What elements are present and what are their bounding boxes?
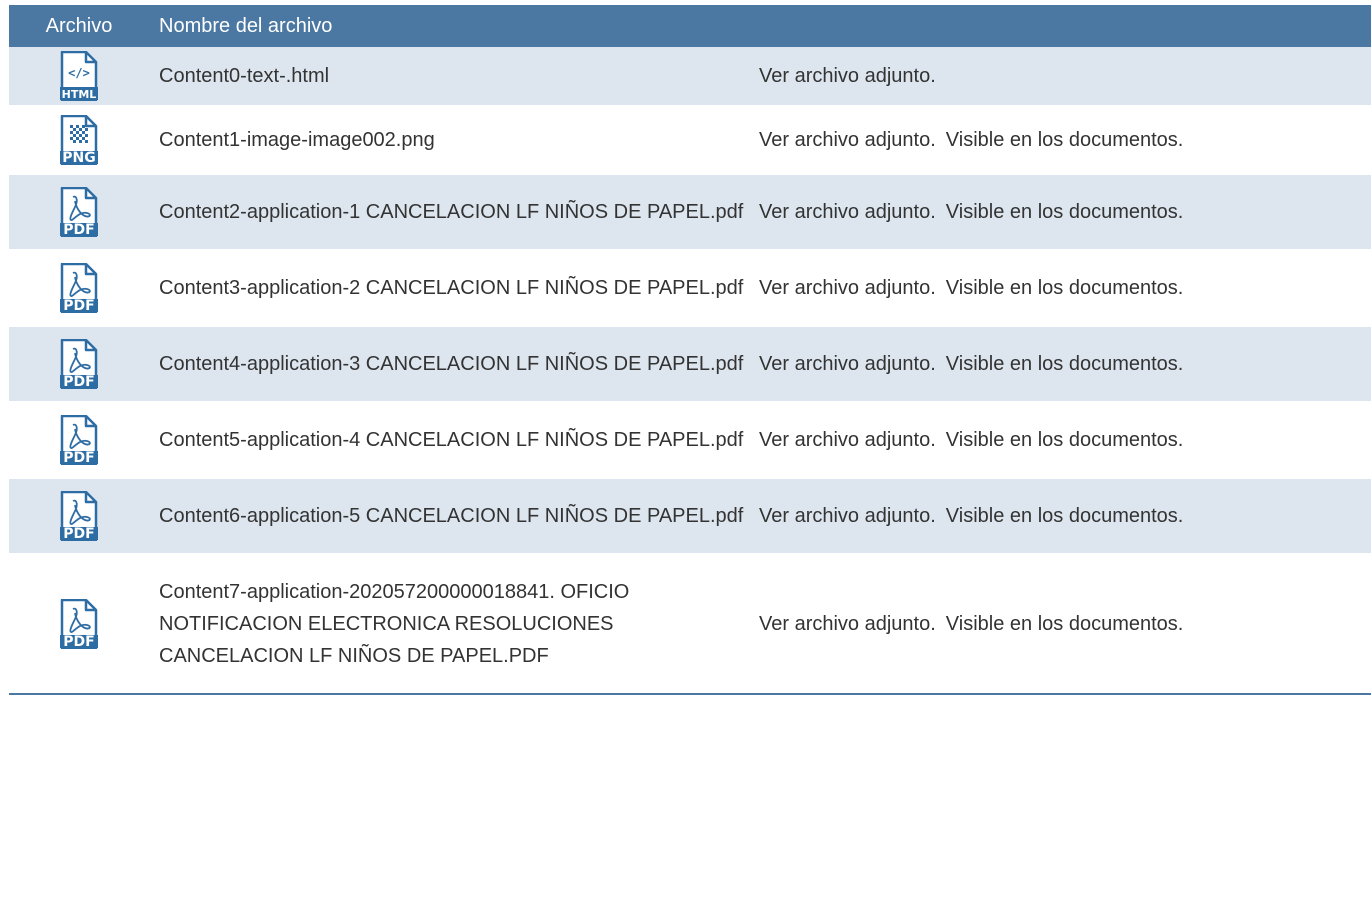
svg-text:PDF: PDF xyxy=(63,526,94,541)
visible-in-documents-text: Visible en los documentos. xyxy=(945,428,1184,451)
svg-text:PDF: PDF xyxy=(63,298,94,313)
view-attachment-text[interactable]: Ver archivo adjunto. xyxy=(759,613,936,635)
table-row[interactable]: PDF Content5-application-4 CANCELACION L… xyxy=(9,403,1371,479)
html-file-icon[interactable]: </> HTML xyxy=(9,51,149,101)
visible-in-documents-text: Visible en los documentos. xyxy=(945,276,1184,299)
file-name[interactable]: Content5-application-4 CANCELACION LF NI… xyxy=(149,424,759,456)
file-name[interactable]: Content0-text-.html xyxy=(149,60,759,92)
svg-text:PDF: PDF xyxy=(63,222,94,237)
svg-text:PDF: PDF xyxy=(63,450,94,465)
pdf-file-icon[interactable]: PDF xyxy=(9,415,149,465)
view-attachment-text[interactable]: Ver archivo adjunto. xyxy=(759,277,936,299)
pdf-file-icon[interactable]: PDF xyxy=(9,599,149,649)
view-attachment-text[interactable]: Ver archivo adjunto. xyxy=(759,353,936,375)
table-row[interactable]: PDF Content3-application-2 CANCELACION L… xyxy=(9,251,1371,327)
svg-text:PDF: PDF xyxy=(63,374,94,389)
visible-in-documents-text: Visible en los documentos. xyxy=(945,128,1184,151)
svg-text:</>: </> xyxy=(68,66,90,80)
svg-text:PNG: PNG xyxy=(62,150,95,165)
file-name[interactable]: Content3-application-2 CANCELACION LF NI… xyxy=(149,272,759,304)
visible-in-documents-text: Visible en los documentos. xyxy=(945,352,1184,375)
view-attachment-text[interactable]: Ver archivo adjunto. xyxy=(759,129,936,151)
attachment-note: Ver archivo adjunto. Visible en los docum… xyxy=(759,613,1371,636)
svg-text:PDF: PDF xyxy=(63,634,94,649)
attachment-note: Ver archivo adjunto. Visible en los docum… xyxy=(759,201,1371,224)
file-name[interactable]: Content7-application-202057200000018841.… xyxy=(149,576,759,672)
pdf-file-icon[interactable]: PDF xyxy=(9,263,149,313)
attachments-table: Archivo Nombre del archivo </> HTML Cont… xyxy=(9,5,1371,695)
pdf-file-icon[interactable]: PDF xyxy=(9,491,149,541)
table-row[interactable]: PDF Content7-application-202057200000018… xyxy=(9,555,1371,695)
attachment-note: Ver archivo adjunto. Visible en los docum… xyxy=(759,277,1371,300)
table-row[interactable]: </> HTML Content0-text-.html Ver archivo… xyxy=(9,47,1371,107)
file-name[interactable]: Content2-application-1 CANCELACION LF NI… xyxy=(149,196,759,228)
pdf-file-icon[interactable]: PDF xyxy=(9,187,149,237)
view-attachment-text[interactable]: Ver archivo adjunto. xyxy=(759,429,936,451)
attachment-note: Ver archivo adjunto. Visible en los docum… xyxy=(759,505,1371,528)
table-header: Archivo Nombre del archivo xyxy=(9,5,1371,47)
visible-in-documents-text: Visible en los documentos. xyxy=(945,504,1184,527)
table-row[interactable]: PDF Content2-application-1 CANCELACION L… xyxy=(9,175,1371,251)
file-name[interactable]: Content4-application-3 CANCELACION LF NI… xyxy=(149,348,759,380)
visible-in-documents-text: Visible en los documentos. xyxy=(945,612,1184,635)
file-name[interactable]: Content6-application-5 CANCELACION LF NI… xyxy=(149,500,759,532)
table-row[interactable]: PNG Content1-image-image002.png Ver arch… xyxy=(9,107,1371,175)
attachment-note: Ver archivo adjunto. xyxy=(759,65,1371,88)
attachment-note: Ver archivo adjunto. Visible en los docum… xyxy=(759,129,1371,152)
column-header-file: Archivo xyxy=(45,14,113,37)
view-attachment-text[interactable]: Ver archivo adjunto. xyxy=(759,201,936,223)
column-header-name: Nombre del archivo xyxy=(159,14,333,37)
svg-text:HTML: HTML xyxy=(62,88,97,101)
attachment-note: Ver archivo adjunto. Visible en los docum… xyxy=(759,429,1371,452)
attachment-note: Ver archivo adjunto. Visible en los docum… xyxy=(759,353,1371,376)
table-row[interactable]: PDF Content4-application-3 CANCELACION L… xyxy=(9,327,1371,403)
visible-in-documents-text: Visible en los documentos. xyxy=(945,200,1184,223)
file-name[interactable]: Content1-image-image002.png xyxy=(149,124,759,156)
pdf-file-icon[interactable]: PDF xyxy=(9,339,149,389)
png-file-icon[interactable]: PNG xyxy=(9,115,149,165)
view-attachment-text[interactable]: Ver archivo adjunto. xyxy=(759,505,936,527)
table-row[interactable]: PDF Content6-application-5 CANCELACION L… xyxy=(9,479,1371,555)
view-attachment-text[interactable]: Ver archivo adjunto. xyxy=(759,65,936,87)
